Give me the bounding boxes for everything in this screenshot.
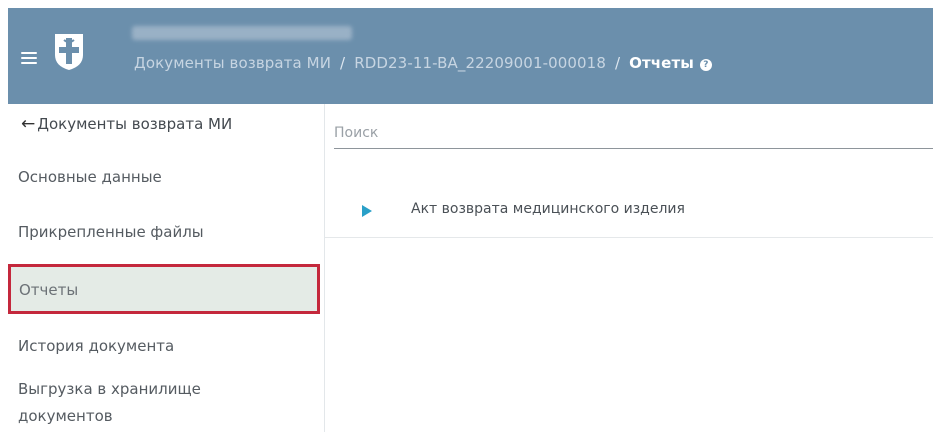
sidebar-item-attached-files[interactable]: Прикрепленные файлы <box>18 223 204 241</box>
organization-name-blurred <box>132 26 352 40</box>
sidebar-item-document-history[interactable]: История документа <box>18 337 174 355</box>
sidebar-item-label: Выгрузка в хранилище документов <box>18 380 201 425</box>
sidebar-item-label: Прикрепленные файлы <box>18 223 204 241</box>
logo-icon <box>55 34 83 70</box>
sidebar-item-export-to-storage[interactable]: Выгрузка в хранилище документов <box>18 376 238 430</box>
search-input[interactable] <box>334 118 933 149</box>
main-content: Акт возврата медицинского изделия <box>325 104 933 432</box>
arrow-left-icon: ← <box>21 114 36 134</box>
back-link[interactable]: ← Документы возврата МИ <box>21 114 232 134</box>
sidebar: ← Документы возврата МИ Основные данные П… <box>8 104 325 432</box>
breadcrumb-separator: / <box>340 54 346 72</box>
breadcrumb-separator: / <box>614 54 621 72</box>
report-label: Акт возврата медицинского изделия <box>411 201 685 217</box>
breadcrumb-item-document[interactable]: RDD23-11-BA_22209001-000018 <box>354 54 606 72</box>
play-triangle-icon[interactable] <box>362 205 372 217</box>
breadcrumb-item-returns[interactable]: Документы возврата МИ <box>134 54 331 72</box>
sidebar-item-reports[interactable]: Отчеты <box>8 264 320 314</box>
back-link-label: Документы возврата МИ <box>37 115 233 133</box>
report-row[interactable]: Акт возврата медицинского изделия <box>325 186 933 238</box>
sidebar-item-label: Основные данные <box>18 168 162 186</box>
sidebar-item-label: История документа <box>18 337 175 355</box>
sidebar-item-main-data[interactable]: Основные данные <box>18 168 162 186</box>
breadcrumb-current: Отчеты <box>629 54 694 72</box>
sidebar-item-label: Отчеты <box>19 281 79 299</box>
app-header: Документы возврата МИ / RDD23-11-BA_222090… <box>8 8 933 104</box>
app-window: Документы возврата МИ / RDD23-11-BA_222090… <box>0 0 933 432</box>
breadcrumb: Документы возврата МИ / RDD23-11-BA_222090… <box>134 54 712 72</box>
help-icon[interactable]: ? <box>699 59 712 71</box>
menu-icon[interactable] <box>21 52 37 64</box>
